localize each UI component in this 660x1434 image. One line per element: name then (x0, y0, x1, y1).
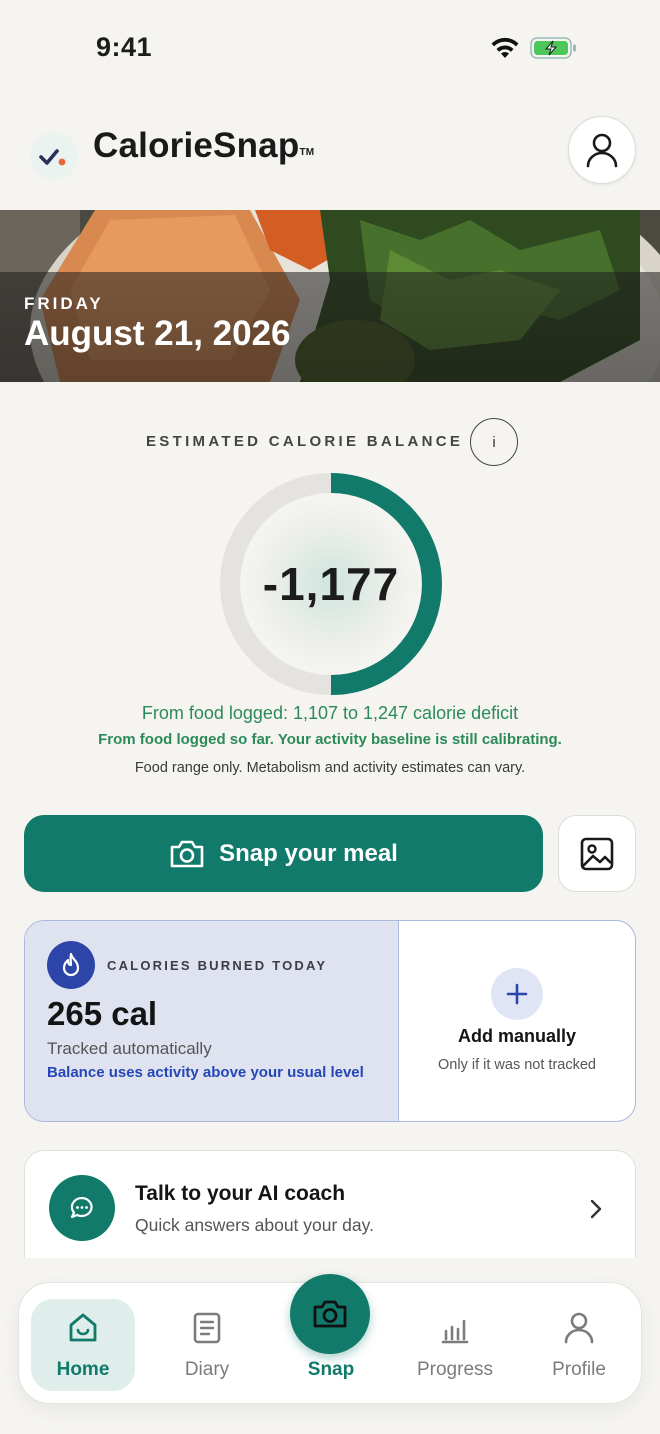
calories-burned-label: CALORIES BURNED TODAY (107, 958, 328, 973)
nav-snap-label: Snap (307, 1359, 355, 1380)
add-manually-subtitle: Only if it was not tracked (438, 1057, 596, 1073)
snap-meal-label: Snap your meal (219, 839, 398, 867)
nav-home[interactable]: Home (31, 1299, 135, 1391)
flame-icon (47, 941, 95, 989)
image-icon (580, 837, 614, 870)
estimate-disclaimer: Food range only. Metabolism and activity… (134, 760, 526, 776)
plus-icon (491, 968, 543, 1020)
logo-icon (30, 132, 78, 180)
balance-activity-note[interactable]: Balance uses activity above your usual l… (47, 1063, 367, 1082)
hero-day: FRIDAY (24, 294, 104, 313)
nav-profile-label: Profile (552, 1359, 606, 1380)
wifi-icon (491, 37, 519, 58)
person-icon (564, 1312, 594, 1344)
info-icon: i (492, 433, 496, 451)
tracking-status: Tracked automatically (47, 1039, 212, 1058)
bar-chart-icon (441, 1319, 469, 1344)
nav-diary-label: Diary (184, 1359, 230, 1380)
nav-progress-label: Progress (416, 1359, 494, 1380)
trademark: TM (299, 147, 315, 158)
balance-label: ESTIMATED CALORIE BALANCE (146, 433, 464, 450)
app-name: CalorieSnapTM (93, 126, 314, 166)
chat-bubble-icon (49, 1175, 115, 1241)
user-icon (586, 133, 618, 168)
hero-date: August 21, 2026 (24, 314, 291, 353)
snap-meal-button[interactable]: Snap your meal (24, 815, 543, 892)
info-button[interactable]: i (470, 418, 518, 466)
balance-value: -1,177 (262, 558, 400, 610)
calories-burned-value: 265 cal (47, 995, 158, 1032)
nav-home-label: Home (56, 1359, 110, 1380)
diary-icon (193, 1312, 221, 1344)
ai-coach-title: Talk to your AI coach (135, 1182, 346, 1205)
app-name-text: CalorieSnap (93, 126, 300, 165)
photo-library-button[interactable] (558, 815, 636, 892)
balance-header: ESTIMATED CALORIE BALANCE i (0, 418, 660, 466)
hero-banner: FRIDAY August 21, 2026 (0, 210, 660, 382)
nav-profile[interactable]: Profile (527, 1299, 631, 1391)
add-manually-title: Add manually (457, 1026, 577, 1046)
camera-icon (313, 1300, 347, 1328)
battery-charging-icon (530, 37, 576, 59)
calories-burned-summary: CALORIES BURNED TODAY 265 cal Tracked au… (25, 921, 399, 1121)
profile-button[interactable] (568, 116, 636, 184)
chevron-right-icon (590, 1199, 602, 1219)
status-time: 9:41 (96, 32, 153, 62)
ai-coach-subtitle: Quick answers about your day. (135, 1215, 374, 1235)
deficit-range: From food logged: 1,107 to 1,247 calorie… (141, 703, 519, 723)
nav-progress[interactable]: Progress (403, 1299, 507, 1391)
home-icon (69, 1313, 97, 1342)
calibration-note: From food logged so far. Your activity b… (98, 731, 562, 748)
snap-fab-button[interactable] (290, 1274, 370, 1354)
calories-burned-card: CALORIES BURNED TODAY 265 cal Tracked au… (24, 920, 636, 1122)
status-bar: 9:41 (0, 0, 660, 96)
app-header: CalorieSnapTM (0, 110, 660, 196)
ai-coach-card[interactable]: Talk to your AI coach Quick answers abou… (24, 1150, 636, 1258)
nav-diary[interactable]: Diary (155, 1299, 259, 1391)
camera-icon (170, 840, 204, 867)
add-manually-button[interactable]: Add manually Only if it was not tracked (399, 921, 635, 1121)
